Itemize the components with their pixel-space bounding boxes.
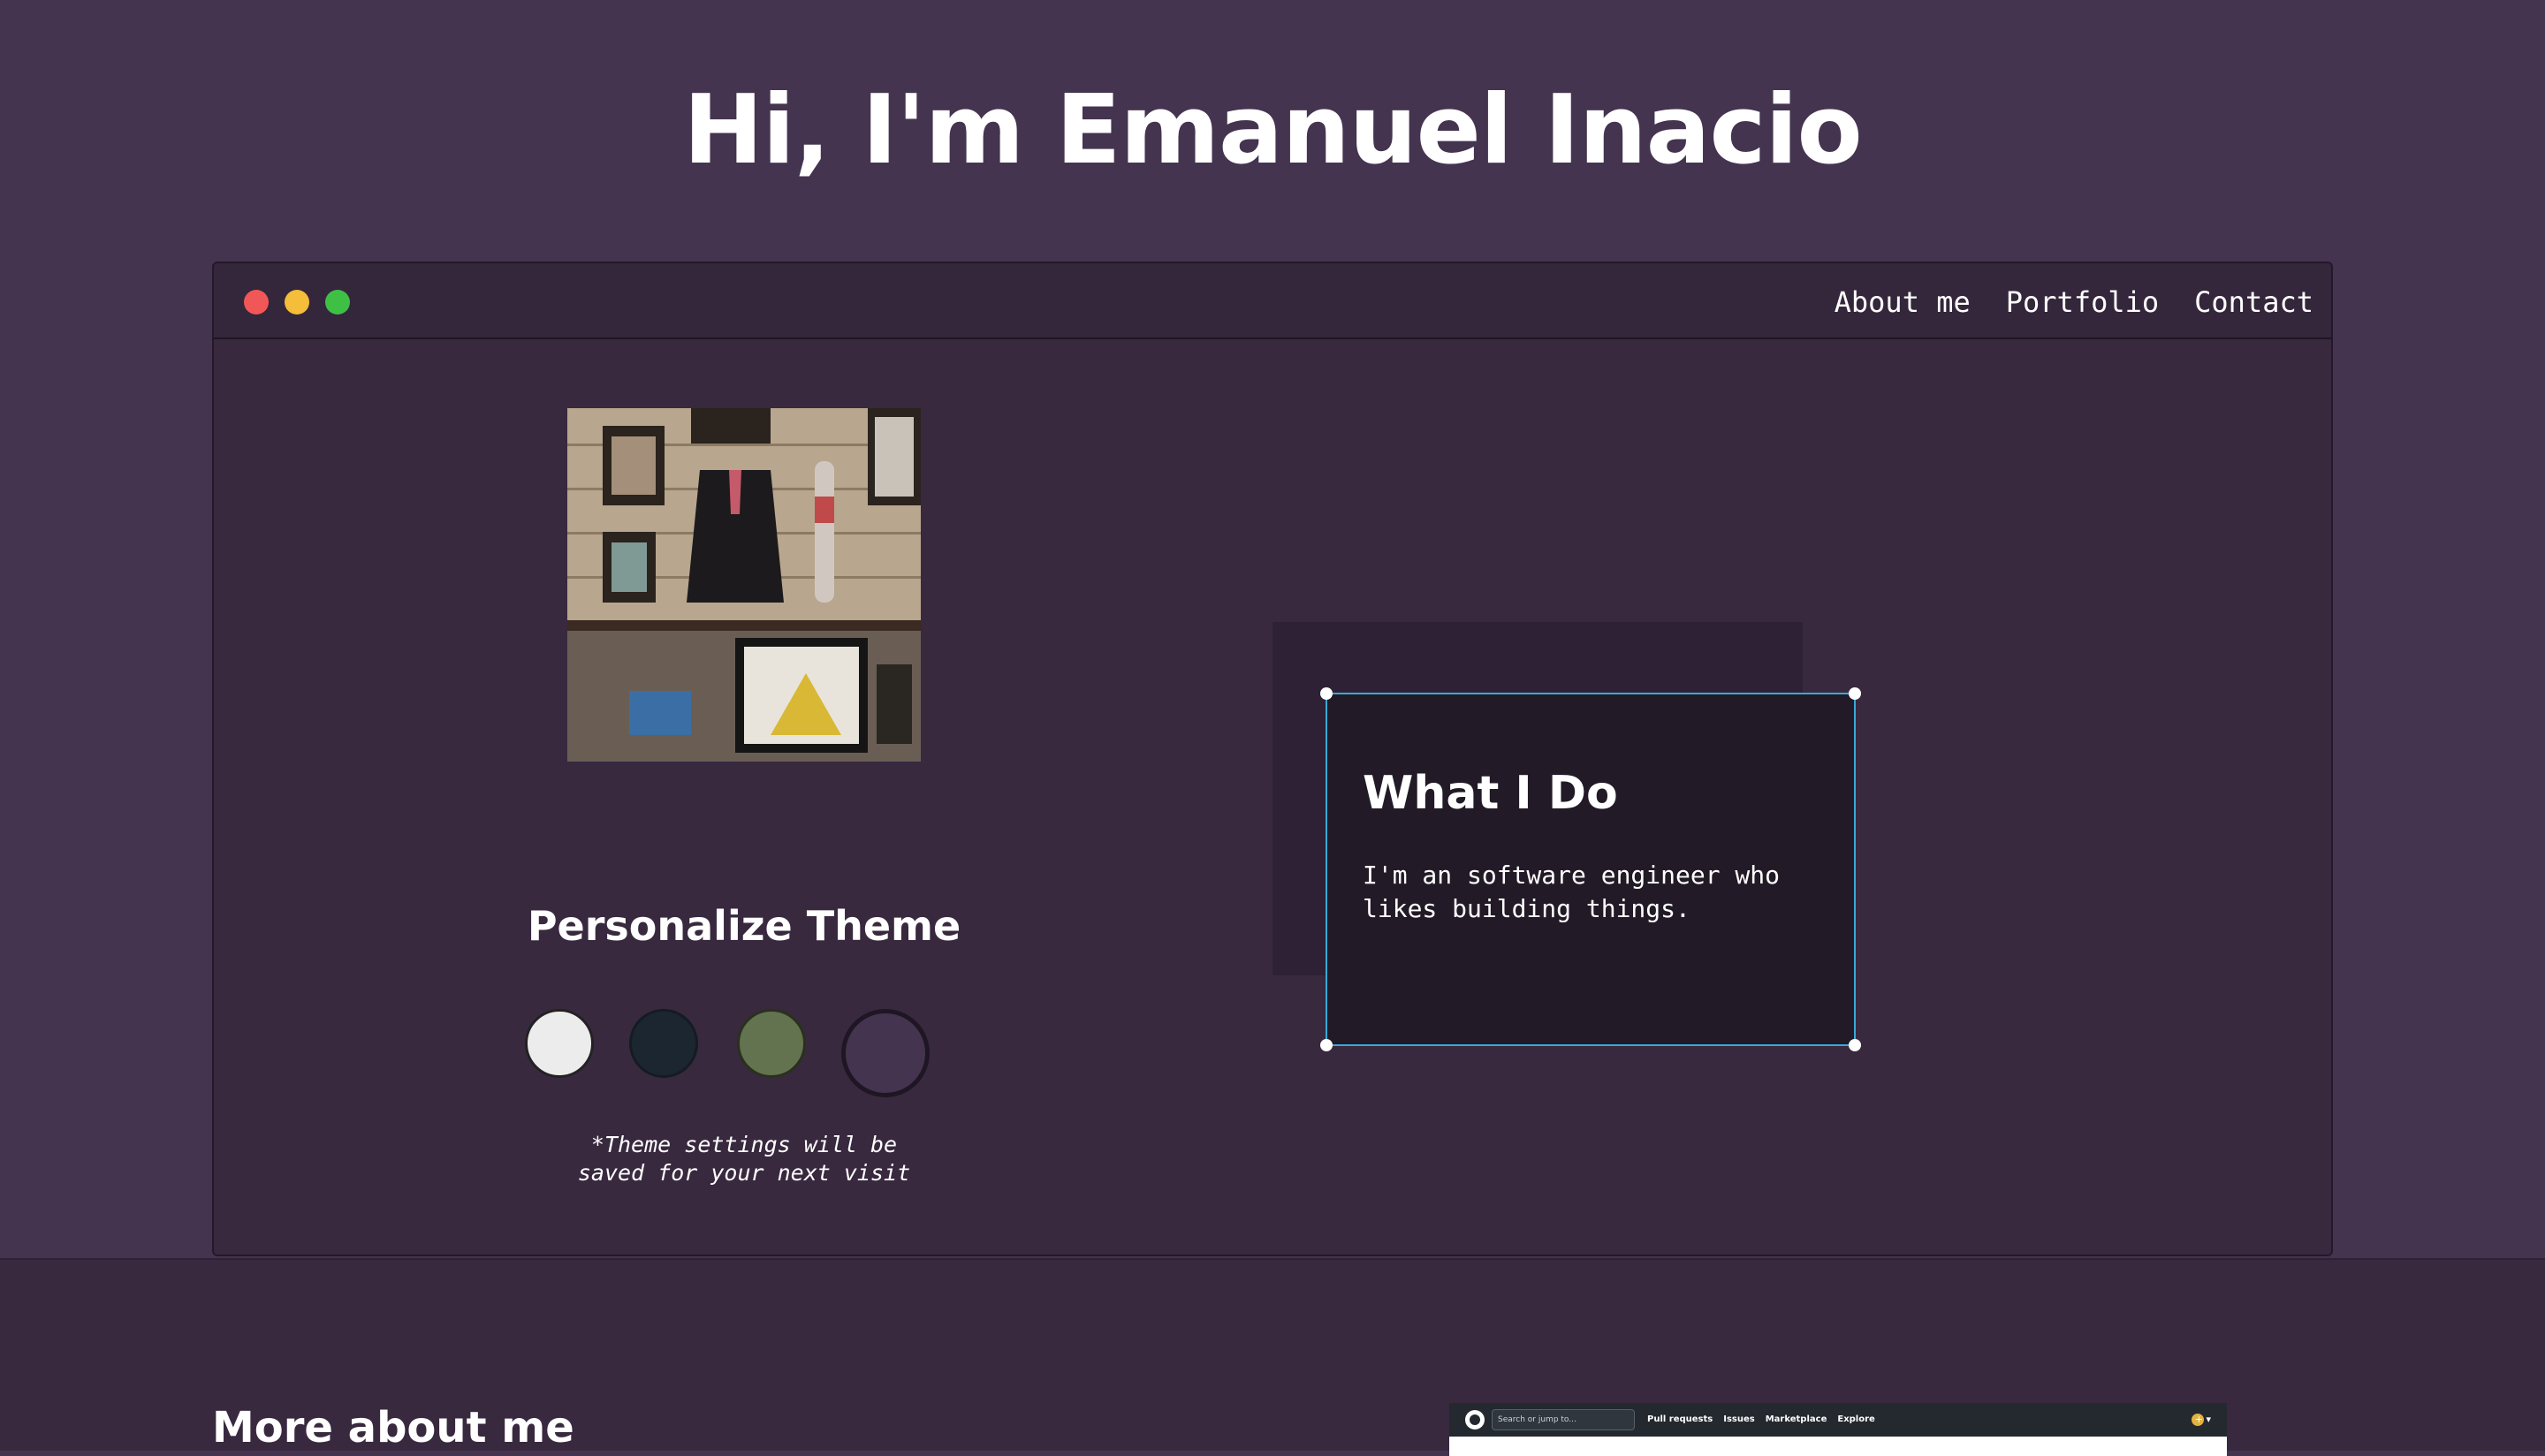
hero-title: Hi, I'm Emanuel Inacio (683, 75, 1862, 186)
browser-window: About me Portfolio Contact Personalize T… (212, 262, 2333, 1256)
github-nav: Pull requests Issues Marketplace Explore (1647, 1414, 1875, 1426)
theme-swatch-purple-selected[interactable] (841, 1009, 930, 1097)
what-i-do-description: I'm an software engineer who likes build… (1363, 859, 1822, 926)
what-i-do-heading: What I Do (1363, 767, 1618, 820)
theme-swatch-light[interactable] (525, 1009, 594, 1078)
github-search-box: Search or jump to... (1492, 1409, 1635, 1430)
nav-link-portfolio[interactable]: Portfolio (2006, 283, 2159, 322)
github-logo-icon (1465, 1410, 1485, 1429)
theme-note-line-2: saved for your next visit (577, 1160, 911, 1186)
theme-note-line-1: *Theme settings will be (590, 1132, 898, 1157)
github-nav-pull-requests: Pull requests (1647, 1414, 1713, 1424)
github-nav-marketplace: Marketplace (1765, 1414, 1827, 1424)
nav-link-contact[interactable]: Contact (2194, 283, 2313, 322)
theme-settings-note: *Theme settings will be saved for your n… (514, 1131, 974, 1187)
maximize-window-dot[interactable] (325, 290, 350, 315)
github-header-bar: Search or jump to... Pull requests Issue… (1449, 1403, 2227, 1437)
what-i-do-card[interactable]: What I Do I'm an software engineer who l… (1320, 687, 1861, 1051)
more-about-me-heading: More about me (212, 1403, 574, 1452)
github-nav-explore: Explore (1837, 1414, 1875, 1424)
personalize-theme-heading: Personalize Theme (527, 902, 961, 950)
resize-handle-bottom-left[interactable] (1320, 1039, 1333, 1051)
theme-swatch-green[interactable] (737, 1009, 806, 1078)
github-nav-issues: Issues (1723, 1414, 1755, 1424)
more-about-section: More about me Search or jump to... Pull … (0, 1258, 2545, 1456)
github-screenshot-preview: Search or jump to... Pull requests Issue… (1449, 1403, 2227, 1456)
main-nav: About me Portfolio Contact (1835, 283, 2313, 322)
profile-photo (567, 408, 921, 762)
resize-handle-top-left[interactable] (1320, 687, 1333, 700)
resize-handle-top-right[interactable] (1849, 687, 1861, 700)
close-window-dot[interactable] (244, 290, 269, 315)
resize-handle-bottom-right[interactable] (1849, 1039, 1861, 1051)
minimize-window-dot[interactable] (285, 290, 309, 315)
nav-link-about-me[interactable]: About me (1835, 283, 1971, 322)
theme-swatch-blue[interactable] (629, 1009, 698, 1078)
window-titlebar: About me Portfolio Contact (214, 263, 2331, 339)
card-text-line-1: I'm an software engineer who (1363, 861, 1781, 890)
card-text-line-2: likes building things. (1363, 894, 1690, 923)
github-create-menu: + ▾ (2194, 1414, 2211, 1425)
